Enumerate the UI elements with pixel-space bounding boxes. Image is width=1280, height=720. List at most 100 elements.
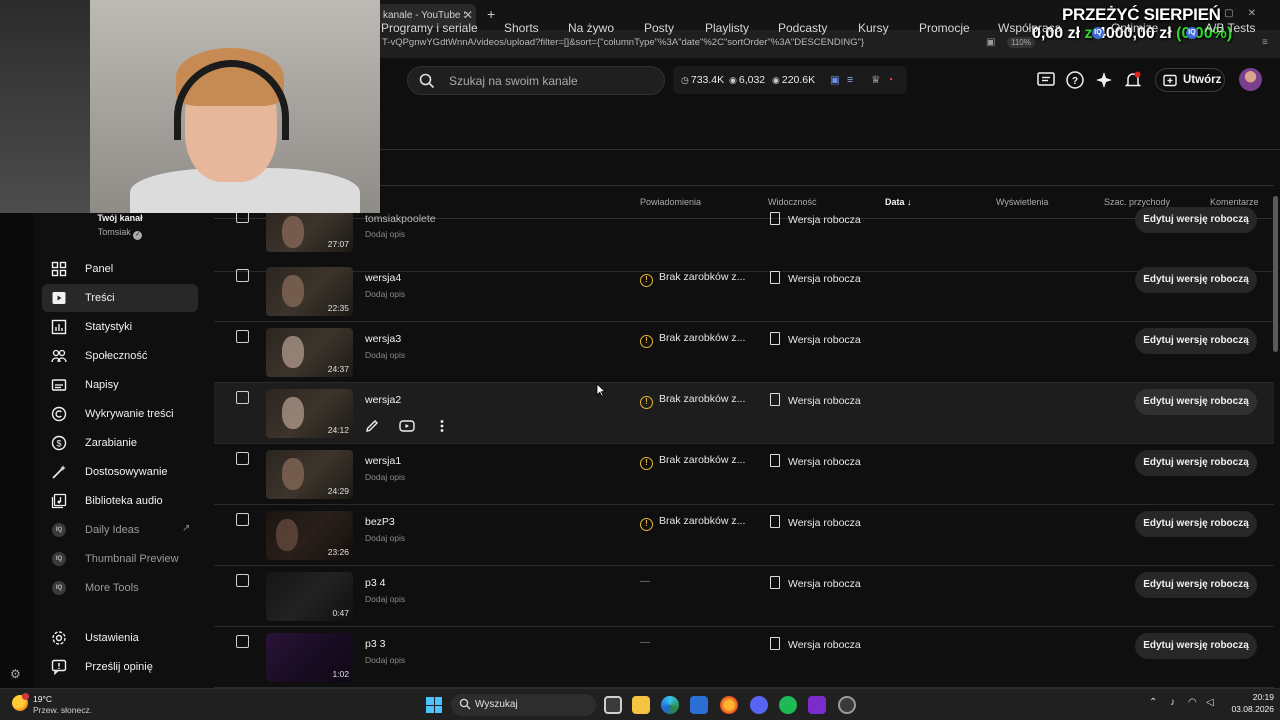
more-options-icon[interactable]: [434, 418, 450, 434]
col-notifications[interactable]: Powiadomienia: [640, 197, 701, 207]
sidebar-item-settings[interactable]: Ustawienia: [42, 624, 198, 652]
network-icon[interactable]: ◠: [1188, 697, 1197, 708]
tab-live[interactable]: Na żywo: [568, 21, 614, 35]
monetization-status[interactable]: ! Brak zarobków z...: [640, 515, 745, 531]
monetization-status[interactable]: ! Brak zarobków z...: [640, 271, 745, 287]
table-row[interactable]: 24:37 wersja3 Dodaj opis ! Brak zarobków …: [214, 322, 1274, 383]
tab-shows[interactable]: Programy i seriale: [381, 21, 478, 35]
sidebar-item-community[interactable]: Społeczność: [42, 342, 198, 370]
list-icon[interactable]: ≡: [847, 74, 853, 86]
microphone-icon[interactable]: ♪: [1170, 697, 1175, 708]
tray-chevron-icon[interactable]: ⌃: [1149, 697, 1157, 708]
edit-draft-button[interactable]: Edytuj wersję roboczą: [1135, 572, 1257, 598]
table-row[interactable]: 1:02 p3 3 Dodaj opis — Wersja robocza Ed…: [214, 627, 1274, 688]
tab-playlists[interactable]: Playlisty: [705, 21, 749, 35]
video-title[interactable]: p3 3: [365, 638, 385, 650]
sidebar-item-earn[interactable]: $ Zarabianie: [42, 429, 198, 457]
tab-shorts[interactable]: Shorts: [504, 21, 539, 35]
youtube-icon[interactable]: [399, 418, 415, 434]
tab-courses[interactable]: Kursy: [858, 21, 889, 35]
row-checkbox[interactable]: [236, 635, 249, 648]
sidebar-item-thumbnail-preview[interactable]: IQ Thumbnail Preview: [42, 545, 198, 573]
avatar[interactable]: [1239, 68, 1262, 91]
table-row[interactable]: 22:35 wersja4 Dodaj opis ! Brak zarobków …: [214, 261, 1274, 322]
col-visibility[interactable]: Widoczność: [768, 197, 817, 207]
edit-draft-button[interactable]: Edytuj wersję roboczą: [1135, 450, 1257, 476]
sidebar-item-subtitles[interactable]: Napisy: [42, 371, 198, 399]
tab-podcasts[interactable]: Podcasty: [778, 21, 827, 35]
address-bar[interactable]: T-vQPgnwYGdtWnnA/videos/upload?filter=[]…: [376, 34, 996, 52]
taskbar-search[interactable]: Wyszukaj: [451, 694, 596, 716]
video-thumbnail[interactable]: 24:29: [266, 450, 353, 499]
video-title[interactable]: wersja2: [365, 394, 401, 406]
edit-draft-button[interactable]: Edytuj wersję roboczą: [1135, 633, 1257, 659]
volume-icon[interactable]: ◁: [1206, 697, 1214, 708]
firefox-icon[interactable]: [720, 696, 738, 714]
row-checkbox[interactable]: [236, 574, 249, 587]
video-thumbnail[interactable]: 23:26: [266, 511, 353, 560]
sparkle-icon[interactable]: [1094, 70, 1114, 90]
notifications-bell-icon[interactable]: [1123, 70, 1143, 90]
video-title[interactable]: tomsiakpoolete: [365, 213, 436, 225]
row-checkbox[interactable]: [236, 391, 249, 404]
reader-icon[interactable]: ▣: [986, 37, 995, 48]
edit-draft-button[interactable]: Edytuj wersję roboczą: [1135, 267, 1257, 293]
row-checkbox[interactable]: [236, 452, 249, 465]
table-row[interactable]: 24:12 wersja2 ! Brak zarobków z... Wersja…: [214, 383, 1274, 444]
menu-icon[interactable]: ≡: [1262, 37, 1268, 48]
monetization-status[interactable]: ! Brak zarobków z...: [640, 454, 745, 470]
zoom-badge[interactable]: 110%: [1007, 37, 1035, 48]
table-row[interactable]: 0:47 p3 4 Dodaj opis — Wersja robocza Ed…: [214, 566, 1274, 627]
new-tab-icon[interactable]: +: [487, 6, 495, 22]
video-thumbnail[interactable]: 24:12: [266, 389, 353, 438]
obs-studio-icon[interactable]: [838, 696, 856, 714]
windows-start-icon[interactable]: [426, 697, 442, 713]
edit-draft-button[interactable]: Edytuj wersję roboczą: [1135, 389, 1257, 415]
sidebar-item-panel[interactable]: Panel: [42, 255, 198, 283]
weather-temp[interactable]: 19°C: [33, 694, 52, 704]
weather-description[interactable]: Przew. słonecz.: [33, 705, 92, 715]
video-thumbnail[interactable]: 1:02: [266, 633, 353, 682]
table-row[interactable]: 23:26 bezP3 Dodaj opis ! Brak zarobków z.…: [214, 505, 1274, 566]
discord-icon[interactable]: [750, 696, 768, 714]
edge-browser-icon[interactable]: [661, 696, 679, 714]
sidebar-item-content[interactable]: Treści: [42, 284, 198, 312]
monetization-status[interactable]: ! Brak zarobków z...: [640, 332, 745, 348]
help-icon[interactable]: ?: [1065, 70, 1085, 90]
channel-search-input[interactable]: Szukaj na swoim kanale: [407, 66, 665, 95]
sidebar-item-audio-library[interactable]: Biblioteka audio: [42, 487, 198, 515]
sidebar-item-more-tools[interactable]: IQ More Tools: [42, 574, 198, 602]
sidebar-item-content-detection[interactable]: Wykrywanie treści: [42, 400, 198, 428]
sidebar-item-analytics[interactable]: Statystyki: [42, 313, 198, 341]
video-title[interactable]: wersja1: [365, 455, 401, 467]
row-checkbox[interactable]: [236, 269, 249, 282]
messages-icon[interactable]: [1036, 70, 1056, 90]
video-thumbnail[interactable]: 0:47: [266, 572, 353, 621]
task-view-icon[interactable]: [604, 696, 622, 714]
trophy-icon[interactable]: ♕: [871, 74, 880, 86]
video-title[interactable]: bezP3: [365, 516, 395, 528]
tab-posts[interactable]: Posty: [644, 21, 674, 35]
alert-bell-icon[interactable]: ◔: [887, 74, 893, 86]
monetization-status[interactable]: ! Brak zarobków z...: [640, 393, 745, 409]
iq-icon[interactable]: ▣: [830, 74, 840, 86]
edit-draft-button[interactable]: Edytuj wersję roboczą: [1135, 207, 1257, 233]
video-thumbnail[interactable]: 22:35: [266, 267, 353, 316]
video-title[interactable]: p3 4: [365, 577, 385, 589]
video-title[interactable]: wersja4: [365, 272, 401, 284]
scrollbar[interactable]: [1273, 196, 1278, 352]
store-icon[interactable]: [690, 696, 708, 714]
file-explorer-icon[interactable]: [632, 696, 650, 714]
video-thumbnail[interactable]: 27:07: [266, 208, 353, 252]
tab-promotions[interactable]: Promocje: [919, 21, 970, 35]
table-row[interactable]: 24:29 wersja1 Dodaj opis ! Brak zarobków …: [214, 444, 1274, 505]
tab-optimize[interactable]: IQ Optimize: [1092, 21, 1158, 39]
edit-draft-button[interactable]: Edytuj wersję roboczą: [1135, 328, 1257, 354]
clock-time[interactable]: 20:19: [1244, 692, 1274, 702]
row-checkbox[interactable]: [236, 330, 249, 343]
video-thumbnail[interactable]: 24:37: [266, 328, 353, 377]
row-checkbox[interactable]: [236, 513, 249, 526]
sidebar-item-feedback[interactable]: Prześlij opinię: [42, 653, 198, 681]
col-comments[interactable]: Komentarze: [1210, 197, 1259, 207]
col-revenue[interactable]: Szac. przychody: [1104, 197, 1170, 207]
